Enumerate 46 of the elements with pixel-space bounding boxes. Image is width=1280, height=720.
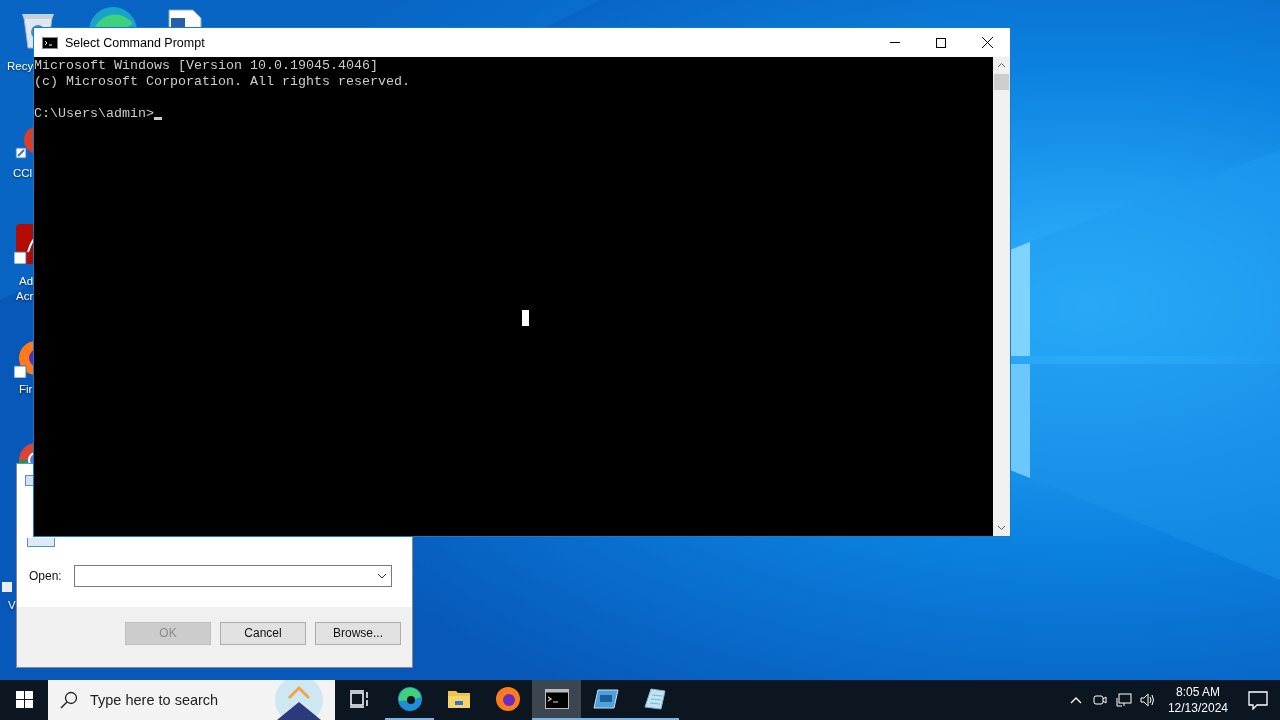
open-field[interactable] [73,565,392,587]
search-field[interactable]: Type here to search [48,680,335,720]
folder-icon [446,689,471,709]
mouse-pointer [522,310,529,326]
search-icon [60,691,78,709]
close-icon [981,37,993,48]
window-icon [592,689,619,709]
window-title: Select Command Prompt [65,35,206,50]
dialog-button[interactable]: Cancel [220,621,306,645]
shortcut-icon[interactable] [0,580,14,594]
pdf-reader-icon[interactable] [14,224,33,264]
notepad-icon [642,687,667,711]
dialog-button[interactable]: Browse... [315,621,401,645]
notification-icon[interactable] [1248,690,1268,710]
network-icon[interactable] [1115,692,1132,708]
icon-label: Recy [7,59,34,74]
search-placeholder: Type here to search [90,692,220,708]
clock-date: 12/13/2024 [1167,700,1228,716]
text-cursor [154,117,162,120]
icon-label: CCl [13,166,33,181]
scroll-thumb[interactable] [994,74,1009,90]
console-icon [42,36,58,49]
open-label: Open: [29,569,62,583]
icon-label: Acr [16,289,34,304]
clock[interactable]: 8:05 AM 12/13/2024 [1167,684,1228,716]
run-icon [27,538,55,547]
camera-icon[interactable] [1091,692,1108,708]
maximize-icon [936,37,946,48]
icon-label: Ad [19,274,34,289]
firefox-icon [494,686,521,712]
windows-logo-icon [15,690,33,708]
volume-icon[interactable] [1139,692,1156,708]
console-prompt: C:\Users\admin> [34,106,154,122]
taskbar-app[interactable] [532,680,581,720]
console-icon [544,689,569,709]
icon-label: Fir [19,382,33,397]
icon-label: V [8,598,16,613]
clock-time: 8:05 AM [1175,684,1220,700]
chevron-down-icon [376,573,387,579]
console-line: Microsoft Windows [Version 10.0.19045.4046] [34,58,379,74]
scrollbar[interactable] [993,57,1010,536]
edge-icon [396,686,423,712]
task-view-icon [350,690,370,708]
document-icon[interactable] [165,8,205,27]
minimize-icon [890,42,900,43]
console-line: (c) Microsoft Corporation. All rights reserved. [34,74,411,90]
